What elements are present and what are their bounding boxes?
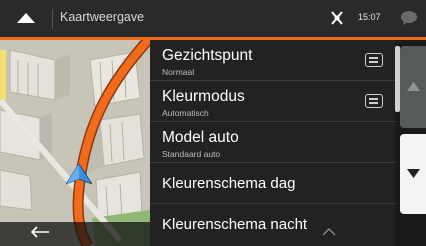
list-icon bbox=[365, 94, 383, 108]
menu-item-value: Standaard auto bbox=[162, 149, 221, 159]
settings-list: Gezichtspunt Normaal Kleurmodus Automati… bbox=[150, 40, 395, 246]
menu-item-gezichtspunt[interactable]: Gezichtspunt Normaal bbox=[150, 40, 395, 81]
menu-item-value: Automatisch bbox=[162, 108, 209, 118]
menu-item-kleurenschema-dag[interactable]: Kleurenschema dag bbox=[150, 163, 395, 204]
divider bbox=[52, 9, 53, 29]
satellite-icon bbox=[331, 11, 343, 25]
list-icon bbox=[365, 53, 383, 67]
chevron-up-icon bbox=[17, 13, 35, 23]
menu-item-label: Kleurenschema dag bbox=[162, 175, 296, 192]
menu-item-label: Model auto bbox=[162, 129, 239, 146]
menu-item-label: Kleurmodus bbox=[162, 88, 245, 105]
map-view[interactable] bbox=[0, 40, 150, 246]
clock: 15:07 bbox=[358, 12, 381, 22]
menu-item-label: Gezichtspunt bbox=[162, 47, 253, 64]
menu-item-value: Normaal bbox=[162, 67, 195, 77]
back-button[interactable] bbox=[0, 218, 80, 246]
menu-item-model-auto[interactable]: Model auto Standaard auto bbox=[150, 122, 395, 163]
up-button[interactable] bbox=[0, 0, 52, 37]
menu-item-kleurmodus[interactable]: Kleurmodus Automatisch bbox=[150, 81, 395, 122]
back-arrow-icon bbox=[30, 226, 49, 238]
map-drawing bbox=[0, 40, 150, 246]
scroll-up-button[interactable] bbox=[400, 46, 426, 128]
speech-bubble-icon[interactable] bbox=[400, 10, 418, 26]
menu-item-label: Kleurenschema nacht bbox=[162, 216, 308, 233]
page-title: Kaartweergave bbox=[60, 10, 145, 24]
triangle-up-icon bbox=[407, 82, 420, 91]
top-bar: Kaartweergave 15:07 bbox=[0, 0, 426, 40]
triangle-down-icon bbox=[407, 169, 420, 178]
position-marker-icon bbox=[66, 164, 92, 185]
chevron-up-hint-icon bbox=[322, 228, 336, 236]
scroll-down-button[interactable] bbox=[400, 134, 426, 214]
menu-item-kleurenschema-nacht[interactable]: Kleurenschema nacht bbox=[150, 204, 395, 245]
